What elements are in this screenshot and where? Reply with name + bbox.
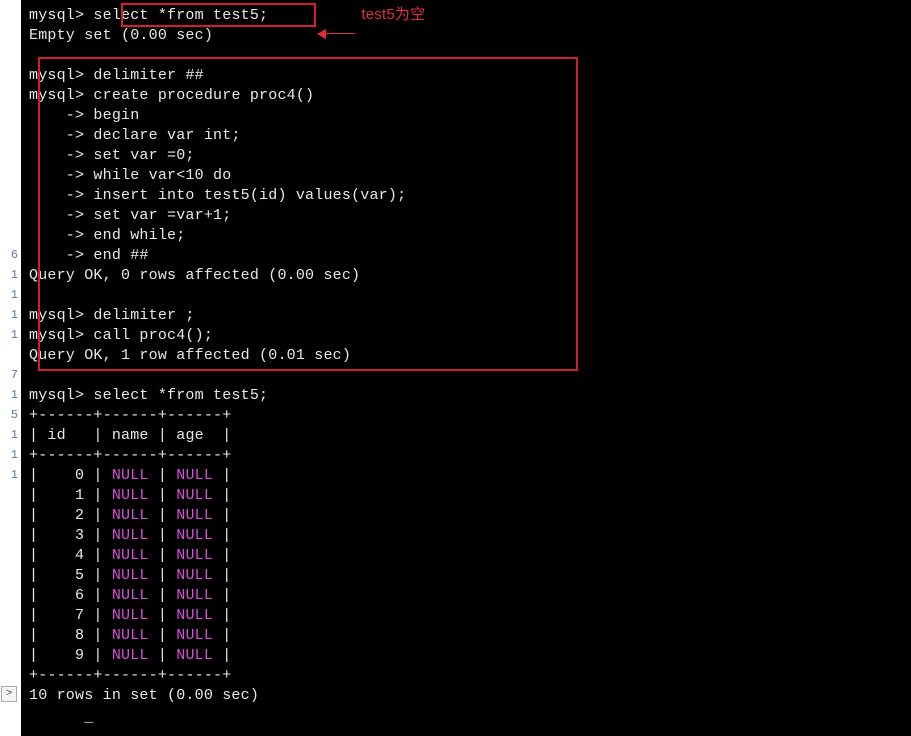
- scroll-right-icon[interactable]: >: [1, 686, 17, 702]
- line-number-gutter: 6 1 1 1 1 7 1 5 1 1 1 >: [0, 0, 21, 736]
- result-line: 10 rows in set (0.00 sec): [29, 686, 911, 706]
- table-header: | id | name | age |: [29, 426, 911, 446]
- annotation-text: test5为空: [337, 5, 425, 25]
- cmd-line: mysql> delimiter ##: [29, 66, 911, 86]
- cont-line: -> begin: [29, 106, 911, 126]
- table-row: | 4 | NULL | NULL |: [29, 546, 911, 566]
- cont-line: -> set var =var+1;: [29, 206, 911, 226]
- prompt-cursor[interactable]: _: [29, 708, 911, 728]
- table-row: | 0 | NULL | NULL |: [29, 466, 911, 486]
- table-row: | 5 | NULL | NULL |: [29, 566, 911, 586]
- table-border: +------+------+------+: [29, 666, 911, 686]
- table-border: +------+------+------+: [29, 446, 911, 466]
- cont-line: -> insert into test5(id) values(var);: [29, 186, 911, 206]
- table-row: | 8 | NULL | NULL |: [29, 626, 911, 646]
- result-line: Empty set (0.00 sec): [29, 26, 911, 46]
- cont-line: -> set var =0;: [29, 146, 911, 166]
- cont-line: -> end while;: [29, 226, 911, 246]
- result-line: Query OK, 0 rows affected (0.00 sec): [29, 266, 911, 286]
- table-row: | 1 | NULL | NULL |: [29, 486, 911, 506]
- table-border: +------+------+------+: [29, 406, 911, 426]
- cmd-line: mysql> select *from test5;: [29, 6, 911, 26]
- cmd-line: mysql> select *from test5;: [29, 386, 911, 406]
- cont-line: -> declare var int;: [29, 126, 911, 146]
- table-row: | 7 | NULL | NULL |: [29, 606, 911, 626]
- mysql-terminal[interactable]: test5为空 mysql> select *from test5; Empty…: [21, 0, 911, 736]
- table-row: | 6 | NULL | NULL |: [29, 586, 911, 606]
- cont-line: -> end ##: [29, 246, 911, 266]
- cmd-line: mysql> delimiter ;: [29, 306, 911, 326]
- table-row: | 3 | NULL | NULL |: [29, 526, 911, 546]
- table-row: | 2 | NULL | NULL |: [29, 506, 911, 526]
- cmd-line: mysql> create procedure proc4(): [29, 86, 911, 106]
- cont-line: -> while var<10 do: [29, 166, 911, 186]
- table-row: | 9 | NULL | NULL |: [29, 646, 911, 666]
- result-line: Query OK, 1 row affected (0.01 sec): [29, 346, 911, 366]
- cmd-line: mysql> call proc4();: [29, 326, 911, 346]
